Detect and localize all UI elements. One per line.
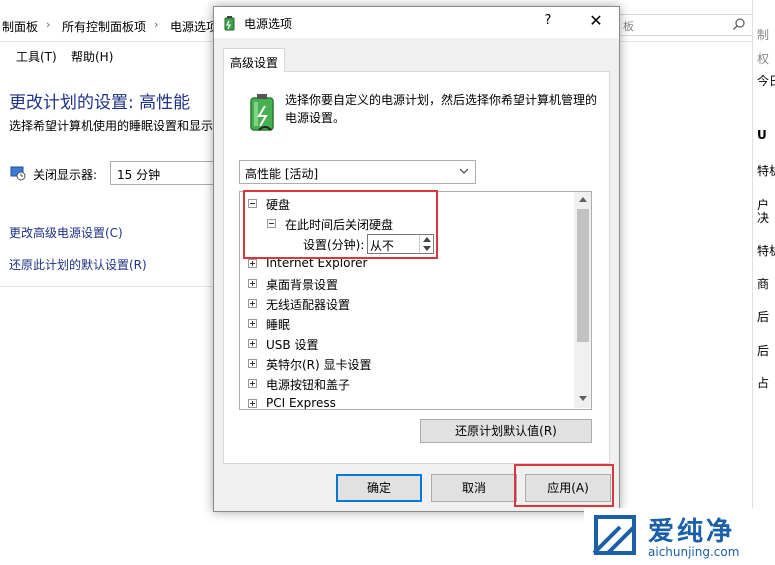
minutes-value: 从不 [370, 239, 395, 253]
tree-scrollbar[interactable] [574, 192, 591, 408]
search-input[interactable]: 板 [618, 14, 753, 36]
expand-icon[interactable] [248, 319, 257, 328]
expand-icon[interactable] [248, 399, 257, 408]
tree-item-label: 英特尔(R) 显卡设置 [266, 358, 372, 372]
watermark: 爱纯净 aichunjing.com [584, 508, 775, 565]
menu-help[interactable]: 帮助(H) [71, 48, 113, 65]
expand-icon[interactable] [248, 339, 257, 348]
power-plan-select[interactable]: 高性能 [活动] [239, 160, 476, 184]
strip-text: 后 [757, 344, 770, 358]
search-placeholder: 板 [623, 20, 634, 33]
collapse-icon[interactable] [267, 219, 276, 228]
tree-item-label: PCI Express [266, 396, 336, 410]
display-off-value: 15 分钟 [117, 168, 161, 182]
tree-item-setting-minutes: 设置(分钟): 从不 [240, 234, 440, 254]
strip-text: 决 [757, 211, 770, 225]
dialog-title: 电源选项 [244, 17, 293, 31]
breadcrumb-control-panel[interactable]: 制面板 [2, 18, 38, 35]
scroll-thumb[interactable] [577, 209, 589, 342]
tree-item-label: 硬盘 [266, 198, 291, 212]
breadcrumb-all-items[interactable]: 所有控制面板项 [62, 18, 146, 35]
apply-button[interactable]: 应用(A) [525, 474, 611, 502]
display-off-label: 关闭显示器: [33, 168, 98, 182]
strip-text: 今日 [757, 74, 775, 88]
dialog-description: 选择你要自定义的电源计划，然后选择你希望计算机管理的电源设置。 [285, 93, 598, 125]
monitor-clock-icon [10, 166, 26, 181]
spin-up-icon[interactable] [423, 237, 431, 242]
tree-item-label: 在此时间后关闭硬盘 [285, 218, 394, 232]
restore-plan-defaults-button[interactable]: 还原计划默认值(R) [420, 419, 592, 443]
strip-text: 后 [757, 310, 770, 324]
tree-item-label: 无线适配器设置 [266, 298, 351, 312]
power-battery-icon [250, 94, 274, 131]
breadcrumb-separator: › [46, 18, 51, 31]
background-right-strip: 制 权 今日 U 特机 户 决 特机 商 后 后 占 [752, 0, 775, 565]
expand-icon[interactable] [248, 279, 257, 288]
menu-tools[interactable]: 工具(T) [16, 48, 57, 65]
setting-minutes-label: 设置(分钟): [303, 238, 365, 252]
strip-text: 商 [757, 277, 770, 291]
expand-icon[interactable] [248, 379, 257, 388]
power-plan-value: 高性能 [活动] [245, 167, 319, 181]
tree-item-label: 桌面背景设置 [266, 278, 339, 292]
spin-down-icon[interactable] [423, 246, 431, 251]
chevron-down-icon [459, 168, 469, 174]
scroll-up-icon[interactable] [579, 197, 587, 202]
strip-text: 权 [757, 52, 770, 66]
spin-buttons[interactable] [419, 235, 433, 253]
expand-icon[interactable] [248, 299, 257, 308]
advanced-power-settings-link[interactable]: 更改高级电源设置(C) [9, 224, 123, 241]
close-button[interactable]: ✕ [584, 11, 608, 33]
search-icon[interactable] [732, 17, 746, 31]
watermark-logo [592, 515, 636, 555]
tree-item-label: USB 设置 [266, 338, 319, 352]
tab-label: 高级设置 [230, 56, 279, 70]
strip-text: 特机 [757, 164, 775, 178]
breadcrumb-power-options[interactable]: 电源选项 [170, 18, 218, 35]
display-off-select[interactable]: 15 分钟 [110, 161, 218, 185]
scroll-down-icon[interactable] [579, 396, 587, 401]
strip-text: U [757, 128, 767, 142]
watermark-name: 爱纯净 [648, 517, 736, 547]
expand-icon[interactable] [248, 359, 257, 368]
strip-text: 制 [757, 28, 770, 42]
restore-defaults-link[interactable]: 还原此计划的默认设置(R) [9, 256, 147, 273]
tree-item-label: 睡眠 [266, 318, 291, 332]
page-title: 更改计划的设置: 高性能 [9, 93, 191, 113]
dialog-titlebar[interactable]: 电源选项 ? ✕ [214, 7, 619, 38]
settings-tree[interactable]: 硬盘 在此时间后关闭硬盘 设置(分钟): 从不 Internet Explore… [239, 191, 592, 410]
tree-item-label: Internet Explorer [266, 256, 368, 270]
ok-button[interactable]: 确定 [336, 474, 422, 502]
battery-plug-icon [224, 16, 235, 31]
strip-text: 特机 [757, 244, 775, 258]
tree-item-label: 电源按钮和盖子 [266, 378, 351, 392]
expand-icon[interactable] [248, 259, 257, 268]
cancel-button[interactable]: 取消 [431, 474, 517, 502]
collapse-icon[interactable] [248, 199, 257, 208]
strip-text: 占 [757, 376, 770, 390]
breadcrumb-separator: › [154, 18, 159, 31]
watermark-url: aichunjing.com [648, 545, 740, 559]
help-button[interactable]: ? [538, 13, 558, 33]
page-subtitle: 选择希望计算机使用的睡眠设置和显示 [9, 119, 214, 133]
minutes-spinbox[interactable]: 从不 [367, 234, 434, 254]
tab-advanced-settings[interactable]: 高级设置 [223, 48, 285, 72]
divider [0, 286, 213, 287]
